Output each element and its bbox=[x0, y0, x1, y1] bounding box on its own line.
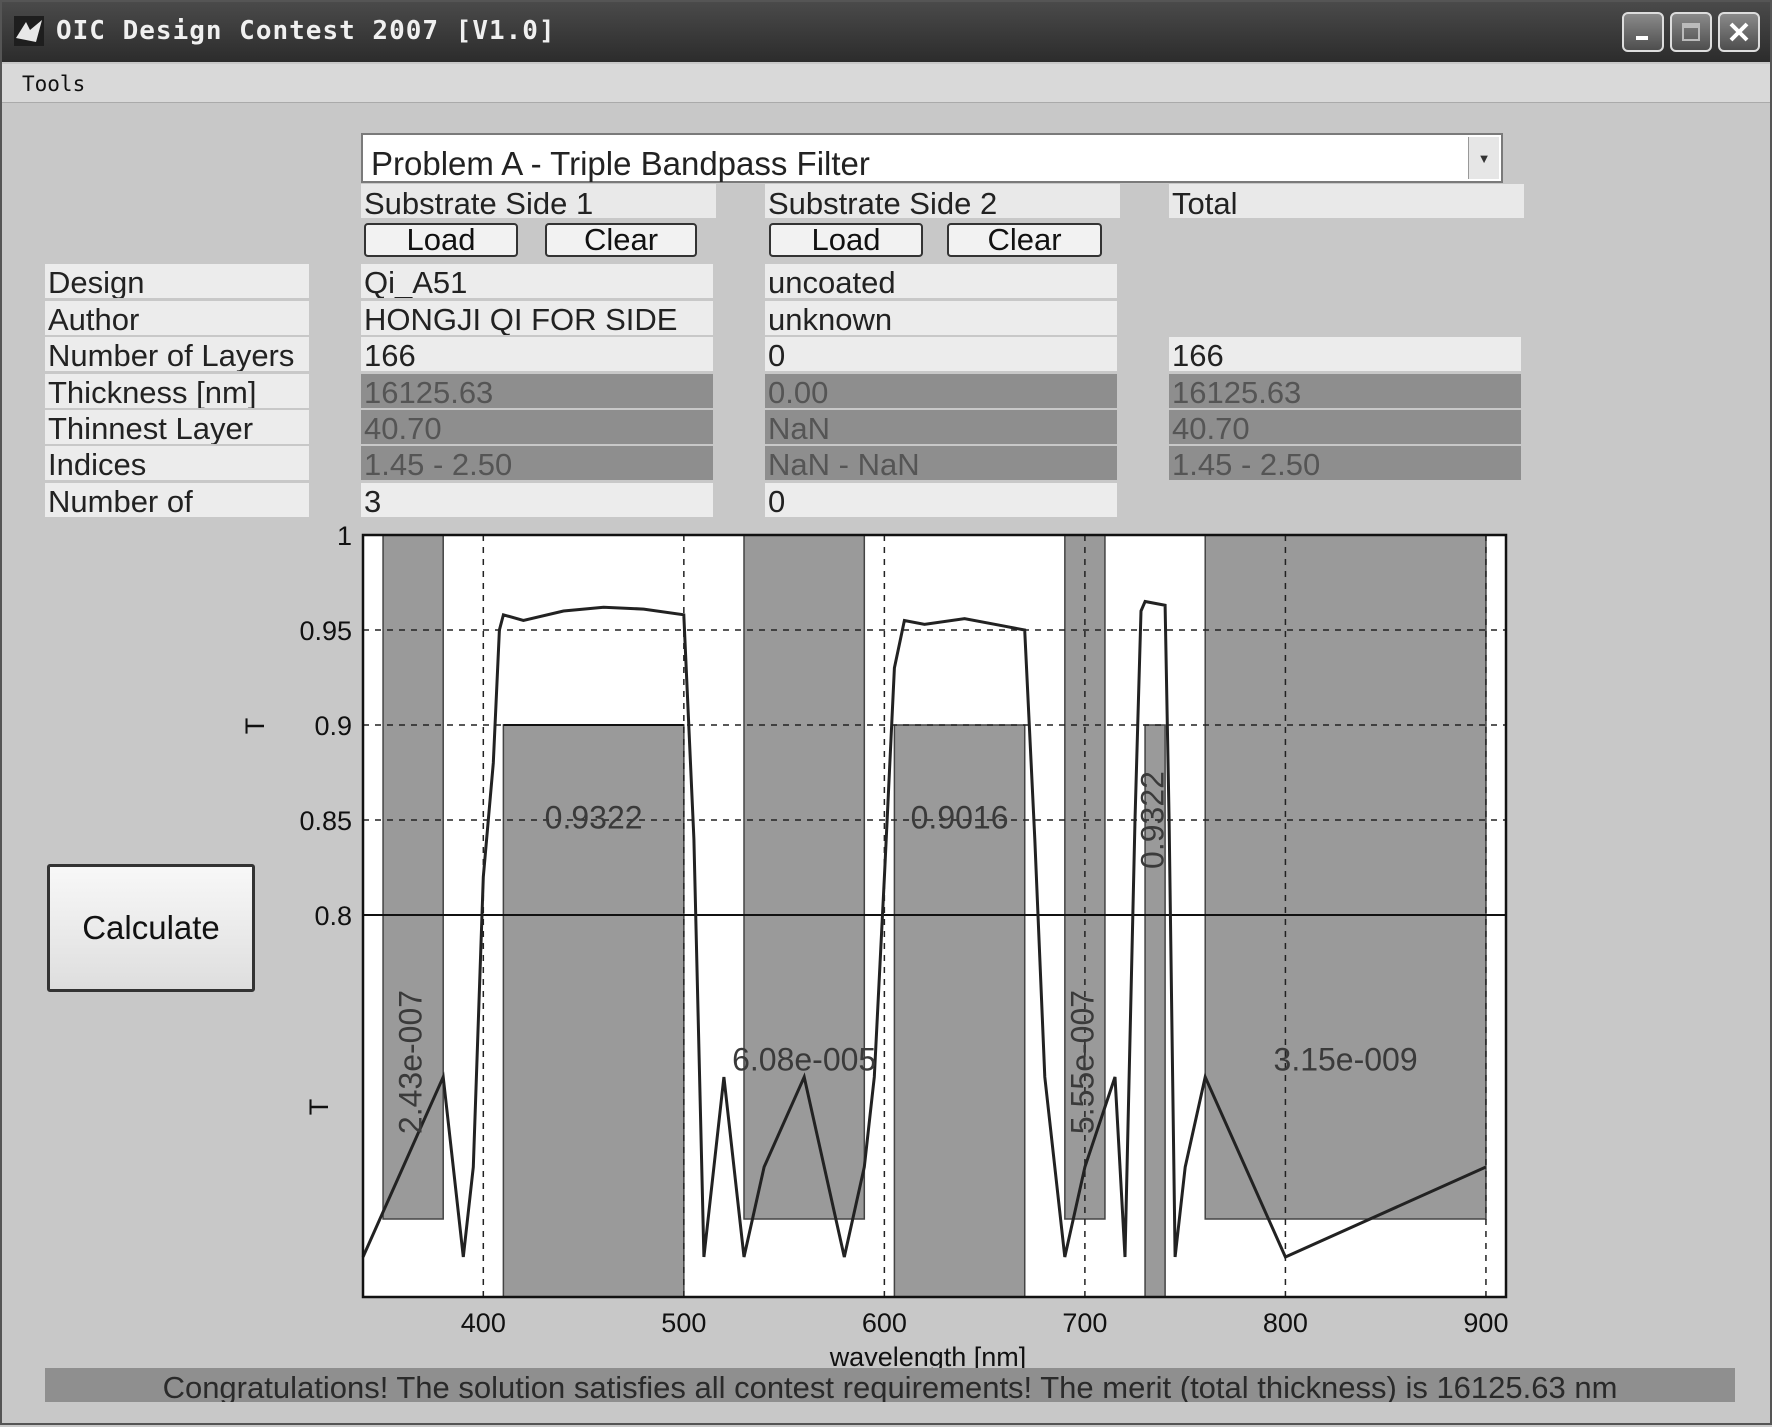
x-tick-label-2: 600 bbox=[862, 1308, 907, 1338]
x-tick-label-4: 800 bbox=[1263, 1308, 1308, 1338]
spec-label-4: 6.08e-005 bbox=[732, 1041, 876, 1077]
spec-label-0: 0.9322 bbox=[545, 799, 643, 835]
spec-label-5: 5.55e-007 bbox=[1064, 990, 1100, 1134]
x-tick-label-3: 700 bbox=[1062, 1308, 1107, 1338]
x-tick-label-0: 400 bbox=[461, 1308, 506, 1338]
y-tick-label-3: 0.95 bbox=[299, 616, 352, 646]
transmittance-plot: 0.9322 0.9016 0.9322 2.43e-007 6.08e-005 5.55… bbox=[240, 521, 1508, 1372]
y-tick-label-4: 1 bbox=[337, 521, 352, 551]
spec-label-3: 2.43e-007 bbox=[393, 990, 429, 1134]
spec-label-1: 0.9016 bbox=[911, 799, 1009, 835]
spec-box-6 bbox=[1204, 534, 1487, 1220]
x-tick-label-1: 500 bbox=[661, 1308, 706, 1338]
spec-box-4 bbox=[743, 534, 866, 1220]
y-axis-label-upper: T bbox=[240, 718, 270, 735]
x-tick-label-5: 900 bbox=[1463, 1308, 1508, 1338]
y-axis-label-lower: T bbox=[304, 1099, 334, 1116]
y-tick-label-1: 0.85 bbox=[299, 806, 352, 836]
spec-label-2: 0.9322 bbox=[1135, 771, 1171, 869]
y-tick-label-0: 0.8 bbox=[314, 901, 352, 931]
y-tick-label-2: 0.9 bbox=[314, 711, 352, 741]
status-message: Congratulations! The solution satisfies … bbox=[45, 1368, 1735, 1402]
app-window: OIC Design Contest 2007 [V1.0] Tools Pro… bbox=[0, 0, 1772, 1425]
spec-label-6: 3.15e-009 bbox=[1274, 1041, 1418, 1077]
